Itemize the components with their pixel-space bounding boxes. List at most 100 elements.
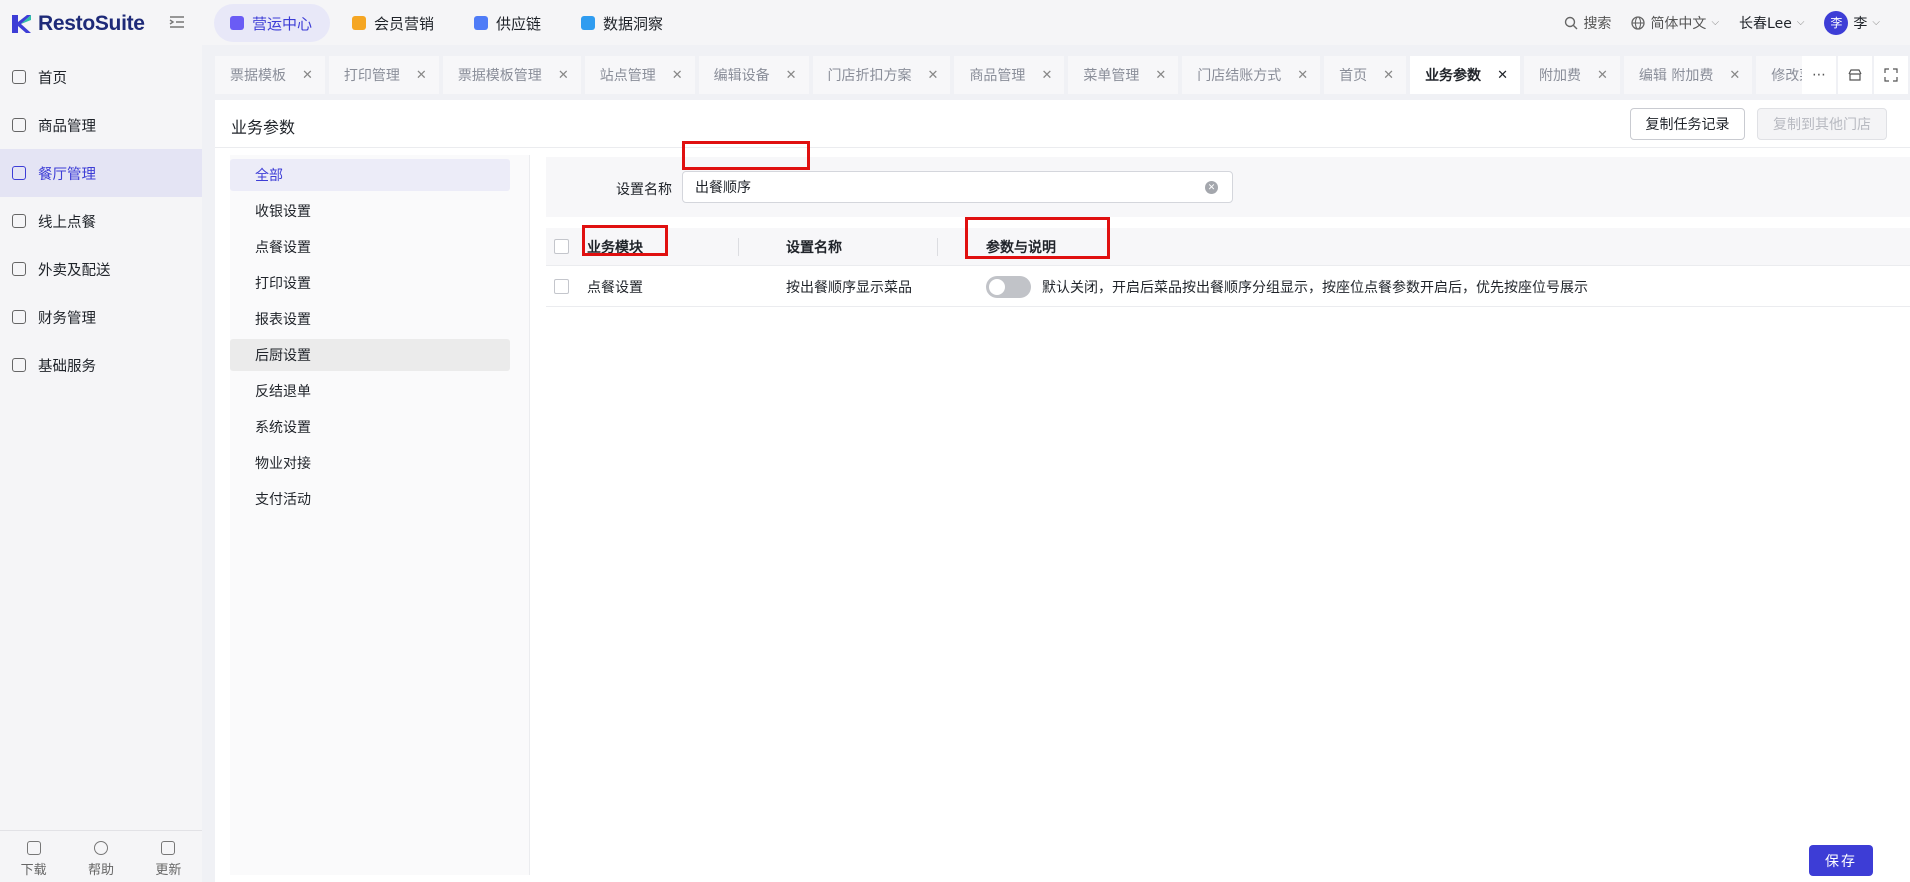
close-icon[interactable]: ✕: [1497, 68, 1508, 83]
tab-11[interactable]: 附加费 ✕: [1523, 56, 1624, 94]
sidebar-item-label: 财务管理: [38, 310, 96, 327]
sidebar-item-2[interactable]: 餐厅管理: [0, 149, 202, 197]
sidebar-item-3[interactable]: 线上点餐: [0, 197, 202, 245]
category-item-7[interactable]: 系统设置: [230, 411, 510, 443]
category-item-6[interactable]: 反结退单: [230, 375, 510, 407]
column-separator: [738, 238, 739, 256]
close-icon[interactable]: ✕: [1297, 68, 1308, 83]
help-button[interactable]: 帮助: [88, 841, 114, 882]
close-icon[interactable]: ✕: [302, 68, 313, 83]
category-item-3[interactable]: 打印设置: [230, 267, 510, 299]
sidebar-item-1[interactable]: 商品管理: [0, 101, 202, 149]
tab-9[interactable]: 首页 ✕: [1324, 56, 1411, 94]
sidebar-item-label: 基础服务: [38, 358, 96, 375]
menu-icon: [12, 214, 26, 228]
category-item-2[interactable]: 点餐设置: [230, 231, 510, 263]
category-item-0[interactable]: 全部: [230, 159, 510, 191]
app-logo[interactable]: RestoSuite: [10, 12, 145, 36]
sidebar-item-label: 外卖及配送: [38, 262, 111, 279]
tab-label: 站点管理: [599, 68, 656, 84]
tab-10[interactable]: 业务参数 ✕: [1410, 56, 1524, 94]
module-icon: [474, 16, 489, 30]
search-button[interactable]: 搜索: [1564, 13, 1611, 33]
close-icon[interactable]: ✕: [416, 68, 427, 83]
sidebar-item-4[interactable]: 外卖及配送: [0, 245, 202, 293]
tab-8[interactable]: 门店结账方式 ✕: [1182, 56, 1325, 94]
setting-name-search-input[interactable]: 出餐顺序 ✕: [682, 171, 1233, 203]
row-module: 点餐设置: [587, 279, 643, 296]
sidebar-item-label: 餐厅管理: [38, 166, 96, 183]
language-selector[interactable]: 简体中文 ⌵: [1631, 13, 1719, 33]
module-icon: [230, 16, 244, 30]
category-item-9[interactable]: 支付活动: [230, 483, 510, 515]
header-actions: 搜索 简体中文 ⌵ 长春Lee ⌵ 李 李 ⌵: [1564, 0, 1880, 45]
category-panel: 全部收银设置点餐设置打印设置报表设置后厨设置反结退单系统设置物业对接支付活动: [230, 155, 530, 875]
tab-label: 附加费: [1538, 68, 1581, 84]
tab-label: 菜单管理: [1083, 68, 1140, 84]
close-icon[interactable]: ✕: [928, 68, 939, 83]
topnav-item-3[interactable]: 数据洞察: [565, 4, 681, 42]
tab-label: 门店折扣方案: [827, 68, 912, 84]
table-row: 点餐设置 按出餐顺序显示菜品 默认关闭，开启后菜品按出餐顺序分组显示，按座位点餐…: [546, 267, 1910, 307]
close-icon[interactable]: ✕: [558, 68, 569, 83]
column-separator: [937, 238, 938, 256]
highlight-box-search: [682, 141, 810, 170]
tab-label: 首页: [1339, 68, 1368, 84]
topnav-item-2[interactable]: 供应链: [458, 4, 559, 42]
category-item-8[interactable]: 物业对接: [230, 447, 510, 479]
tab-7[interactable]: 菜单管理 ✕: [1068, 56, 1183, 94]
save-button[interactable]: 保存: [1809, 845, 1873, 876]
close-icon[interactable]: ✕: [1383, 68, 1394, 83]
tab-4[interactable]: 编辑设备 ✕: [698, 56, 813, 94]
sidebar-item-6[interactable]: 基础服务: [0, 341, 202, 389]
tab-label: 编辑 附加费: [1638, 68, 1714, 84]
collapse-sidebar-icon[interactable]: [168, 14, 186, 30]
clear-icon[interactable]: ✕: [1205, 181, 1218, 194]
chevron-down-icon: ⌵: [1711, 17, 1720, 28]
row-checkbox[interactable]: [554, 279, 569, 294]
highlight-box-toggle: [965, 217, 1110, 259]
menu-icon: [12, 310, 26, 324]
topnav-label: 数据洞察: [603, 14, 664, 33]
close-icon[interactable]: ✕: [672, 68, 683, 83]
top-nav: 营运中心 会员营销 供应链 数据洞察: [214, 4, 681, 42]
tab-6[interactable]: 商品管理 ✕: [954, 56, 1069, 94]
setting-toggle[interactable]: [986, 275, 1031, 298]
fullscreen-icon[interactable]: [1874, 56, 1908, 94]
category-item-4[interactable]: 报表设置: [230, 303, 510, 335]
store-icon[interactable]: [1838, 56, 1872, 94]
topnav-item-1[interactable]: 会员营销: [336, 4, 452, 42]
store-selector[interactable]: 长春Lee ⌵: [1739, 13, 1804, 33]
divider: [215, 147, 1910, 148]
select-all-checkbox[interactable]: [554, 239, 569, 254]
tab-3[interactable]: 站点管理 ✕: [584, 56, 699, 94]
tab-12[interactable]: 编辑 附加费 ✕: [1623, 56, 1757, 94]
copy-task-record-button[interactable]: 复制任务记录: [1630, 108, 1745, 140]
tab-label: 商品管理: [969, 68, 1026, 84]
close-icon[interactable]: ✕: [1597, 68, 1608, 83]
topnav-item-0[interactable]: 营运中心: [214, 4, 331, 42]
tab-tools: ⋯: [1802, 56, 1908, 94]
category-item-1[interactable]: 收银设置: [230, 195, 510, 227]
more-tabs-icon[interactable]: ⋯: [1802, 56, 1836, 94]
close-icon[interactable]: ✕: [1729, 68, 1740, 83]
close-icon[interactable]: ✕: [1041, 68, 1052, 83]
logo-mark-icon: [12, 15, 31, 33]
category-item-5[interactable]: 后厨设置: [230, 339, 510, 371]
user-menu[interactable]: 李 李 ⌵: [1824, 10, 1880, 35]
table-header: 业务模块 设置名称 参数与说明: [546, 228, 1910, 266]
close-icon[interactable]: ✕: [1155, 68, 1166, 83]
tab-5[interactable]: 门店折扣方案 ✕: [812, 56, 955, 94]
download-button[interactable]: 下载: [21, 841, 47, 882]
sidebar-menu: 首页 商品管理餐厅管理线上点餐外卖及配送财务管理基础服务: [0, 45, 202, 389]
row-description: 默认关闭，开启后菜品按出餐顺序分组显示，按座位点餐参数开启后，优先按座位号展示: [1042, 279, 1588, 296]
update-button[interactable]: 更新: [155, 841, 181, 882]
close-icon[interactable]: ✕: [786, 68, 797, 83]
tab-2[interactable]: 票据模板管理 ✕: [442, 56, 585, 94]
copy-to-other-store-button[interactable]: 复制到其他门店: [1757, 108, 1887, 140]
sidebar-item-5[interactable]: 财务管理: [0, 293, 202, 341]
tab-0[interactable]: 票据模板 ✕: [215, 56, 329, 94]
help-icon: [93, 841, 108, 855]
sidebar-item-0[interactable]: 首页: [0, 53, 202, 101]
tab-1[interactable]: 打印管理 ✕: [328, 56, 443, 94]
